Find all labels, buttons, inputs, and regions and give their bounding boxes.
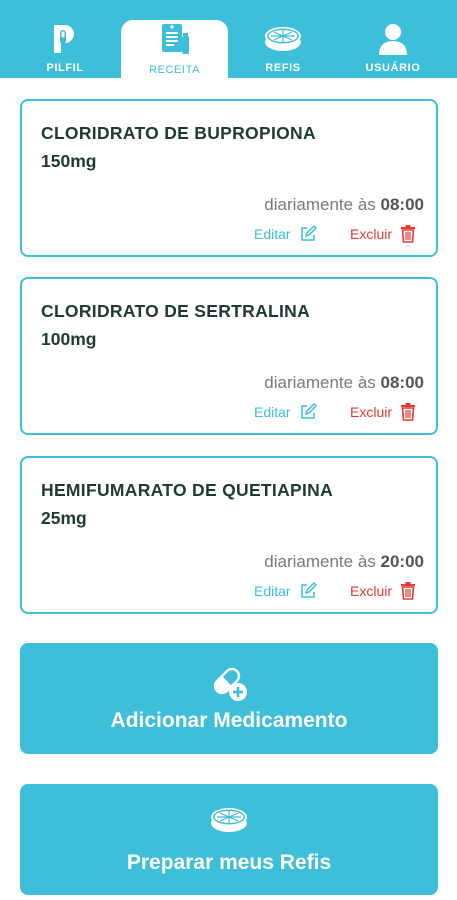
prepare-refills-button[interactable]: Preparar meus Refis (20, 784, 438, 895)
edit-button[interactable]: Editar (254, 225, 317, 243)
tab-label: REFIS (265, 62, 301, 74)
medication-schedule: diariamente às 08:00 (264, 195, 424, 215)
trash-icon (401, 582, 416, 600)
schedule-time: 08:00 (380, 195, 424, 214)
medication-card: CLORIDRATO DE BUPROPIONA 150mg diariamen… (20, 99, 438, 257)
edit-label: Editar (254, 404, 291, 420)
medication-name: HEMIFUMARATO DE QUETIAPINA (41, 480, 334, 500)
schedule-prefix: diariamente às (264, 552, 376, 571)
delete-label: Excluir (350, 583, 393, 599)
medication-card: HEMIFUMARATO DE QUETIAPINA 25mg diariame… (20, 456, 438, 614)
delete-button[interactable]: Excluir (350, 403, 416, 421)
delete-button[interactable]: Excluir (350, 582, 416, 600)
edit-button[interactable]: Editar (254, 403, 317, 421)
pill-case-icon (20, 806, 438, 834)
tab-receita[interactable]: RECEITA (121, 20, 228, 78)
medication-name: CLORIDRATO DE SERTRALINA (41, 301, 311, 321)
delete-label: Excluir (350, 226, 393, 242)
tab-refis[interactable]: REFIS (228, 0, 338, 78)
medication-dose: 100mg (41, 329, 97, 349)
add-pill-icon (20, 663, 438, 703)
tab-label: RECEITA (148, 64, 201, 76)
user-icon (377, 22, 409, 56)
schedule-prefix: diariamente às (264, 195, 376, 214)
edit-icon (300, 403, 317, 419)
pilfil-logo-icon (50, 22, 80, 56)
prescription-icon (159, 22, 191, 56)
delete-button[interactable]: Excluir (350, 225, 416, 243)
tab-pilfil[interactable]: PILFIL (10, 0, 120, 78)
trash-icon (401, 225, 416, 243)
schedule-time: 20:00 (380, 552, 424, 571)
edit-icon (300, 582, 317, 598)
delete-label: Excluir (350, 404, 393, 420)
edit-label: Editar (254, 226, 291, 242)
tab-label: PILFIL (46, 62, 84, 74)
medication-dose: 25mg (41, 508, 87, 528)
edit-button[interactable]: Editar (254, 582, 317, 600)
schedule-prefix: diariamente às (264, 373, 376, 392)
schedule-time: 08:00 (380, 373, 424, 392)
add-medication-button[interactable]: Adicionar Medicamento (20, 643, 438, 754)
tab-label: USUÁRIO (365, 62, 421, 74)
medication-schedule: diariamente às 20:00 (264, 552, 424, 572)
medication-name: CLORIDRATO DE BUPROPIONA (41, 123, 316, 143)
tab-usuario[interactable]: USUÁRIO (338, 0, 448, 78)
edit-icon (300, 225, 317, 241)
trash-icon (401, 403, 416, 421)
pill-case-icon (263, 22, 303, 56)
top-tab-bar: PILFIL RECEITA REFIS USUÁRIO (0, 0, 457, 78)
medication-schedule: diariamente às 08:00 (264, 373, 424, 393)
medication-dose: 150mg (41, 151, 97, 171)
edit-label: Editar (254, 583, 291, 599)
add-medication-label: Adicionar Medicamento (110, 709, 348, 732)
prepare-refills-label: Preparar meus Refis (126, 851, 332, 874)
medication-card: CLORIDRATO DE SERTRALINA 100mg diariamen… (20, 277, 438, 435)
